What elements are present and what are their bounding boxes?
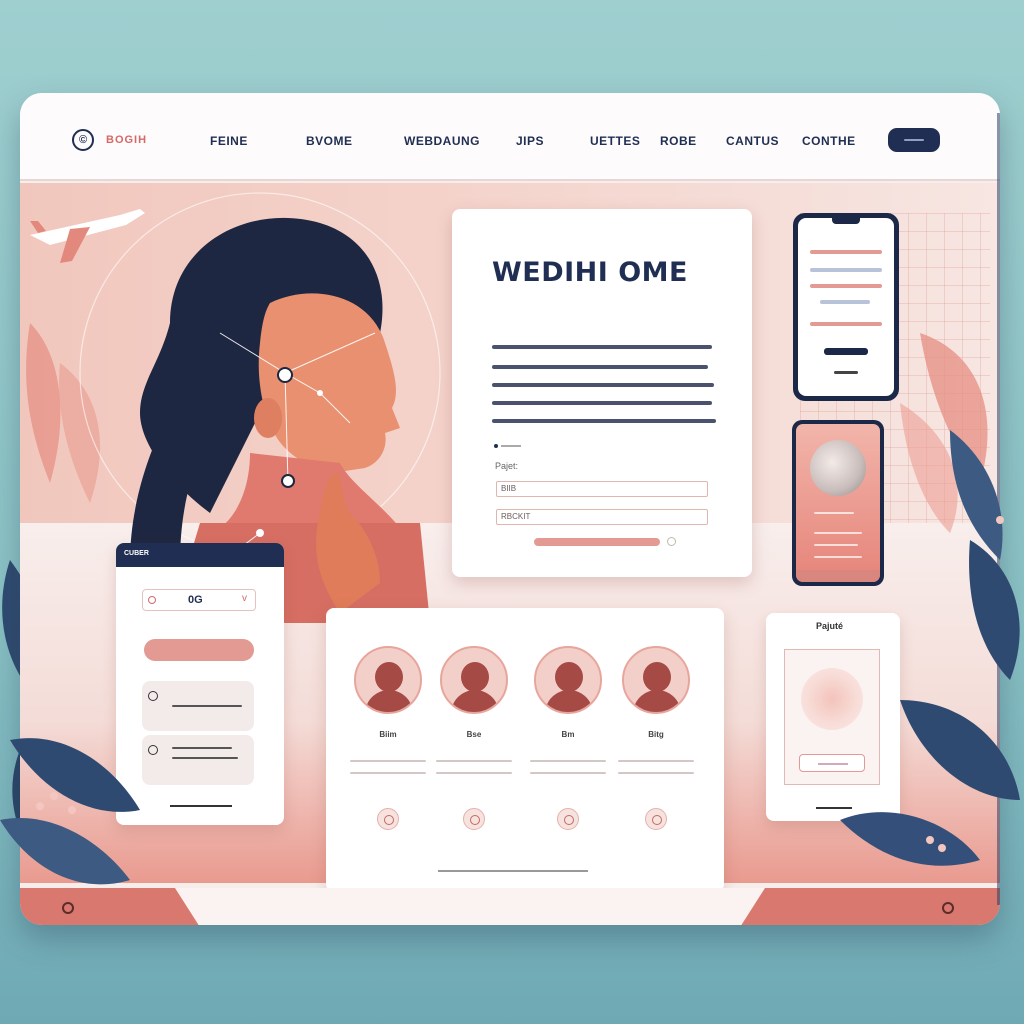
member-desc-line [350,772,426,774]
logo-text: BOGIH [106,134,148,146]
dropdown-value: 0G [188,594,203,606]
radio-icon [148,596,156,604]
nav-item-6[interactable]: ROBE [660,134,697,148]
member-action-icon[interactable] [377,808,399,830]
option-icon [148,745,158,755]
flower-icon [801,668,863,730]
nav-item-1[interactable]: FEINE [210,134,248,148]
phone-line [810,284,882,288]
phone-line [820,300,870,304]
field1-input[interactable]: BIIB [496,481,708,497]
footer-left-icon[interactable] [62,902,74,914]
member-name: Bitg [648,730,664,739]
phone-mockup-bottom [792,420,884,586]
avatar [354,646,422,714]
paragraph-line [492,383,714,387]
select-card-title: CUBER [124,550,149,557]
field2-input[interactable]: RBCKIT [496,509,708,525]
option-line [172,757,238,759]
nav-item-7[interactable]: CANTUS [726,134,779,148]
member-desc-line [618,760,694,762]
avatar [534,646,602,714]
team-card: Biim Bse Bm Bitg [326,608,724,892]
team-member[interactable]: Bse [440,646,508,739]
paragraph-line [492,365,708,369]
member-desc-line [530,772,606,774]
footer-right-icon[interactable] [942,902,954,914]
nav-item-3[interactable]: WEBDAUNG [404,134,480,148]
option-card-2[interactable] [142,735,254,785]
nav-item-2[interactable]: BVOME [306,134,353,148]
team-member[interactable]: Bm [534,646,602,739]
nav-item-8[interactable]: CONTHE [802,134,856,148]
action-pill-button[interactable] [144,639,254,661]
phone-mockup-top [793,213,899,401]
team-member[interactable]: Biim [354,646,422,739]
profile-card: Pajuté [766,613,900,821]
phone2-line [814,556,862,558]
phone-caption [834,371,858,374]
avatar [440,646,508,714]
field1-label: Pajet: [495,461,519,471]
bullet-dot [494,444,521,448]
member-action-icon[interactable] [645,808,667,830]
member-desc-line [436,760,512,762]
nav-menu-button[interactable] [888,128,940,152]
option-card-1[interactable] [142,681,254,731]
phone2-line [814,532,862,534]
member-desc-line [530,760,606,762]
app-window: © BOGIH FEINE BVOME WEBDAUNG JIPS UETTES… [20,93,1000,925]
avatar [622,646,690,714]
option-icon [148,691,158,701]
paragraph-line [492,419,716,423]
phone2-line [814,544,858,546]
phone-line [810,268,882,272]
field1-value: BIIB [501,484,517,493]
profile-button[interactable] [799,754,865,772]
profile-footer-text [816,807,852,809]
member-name: Bm [561,730,575,739]
member-desc-line [350,760,426,762]
member-action-icon[interactable] [557,808,579,830]
welcome-title: WEDIHI OME [492,257,688,288]
team-member[interactable]: Bitg [622,646,690,739]
card-footer-text [170,805,232,807]
phone2-line [814,512,854,514]
nav-item-5[interactable]: UETTES [590,134,640,148]
phone-button[interactable] [824,348,868,355]
select-card: CUBER 0G v [116,543,284,825]
value-dropdown[interactable]: 0G v [142,589,256,611]
field2-value: RBCKIT [501,512,531,521]
copyright-logo-icon: © [72,129,94,151]
info-icon [667,537,676,546]
member-name: Bse [466,730,482,739]
phone-line [810,250,882,254]
top-nav: © BOGIH FEINE BVOME WEBDAUNG JIPS UETTES… [20,93,1000,181]
option-line [172,705,242,707]
globe-icon [810,440,866,496]
member-action-icon[interactable] [463,808,485,830]
nav-item-4[interactable]: JIPS [516,134,544,148]
paragraph-line [492,401,712,405]
member-desc-line [618,772,694,774]
footer-tab [175,888,765,925]
welcome-card: WEDIHI OME Pajet: BIIB RBCKIT [452,209,752,577]
option-line [172,747,232,749]
phone-line [810,322,882,326]
paragraph-line [492,345,712,349]
submit-button[interactable] [534,538,660,546]
chevron-down-icon: v [242,593,247,604]
profile-title: Pajuté [816,621,844,631]
member-desc-line [436,772,512,774]
member-name: Biim [379,730,397,739]
profile-image-frame [784,649,880,785]
team-footer-text [438,870,588,872]
